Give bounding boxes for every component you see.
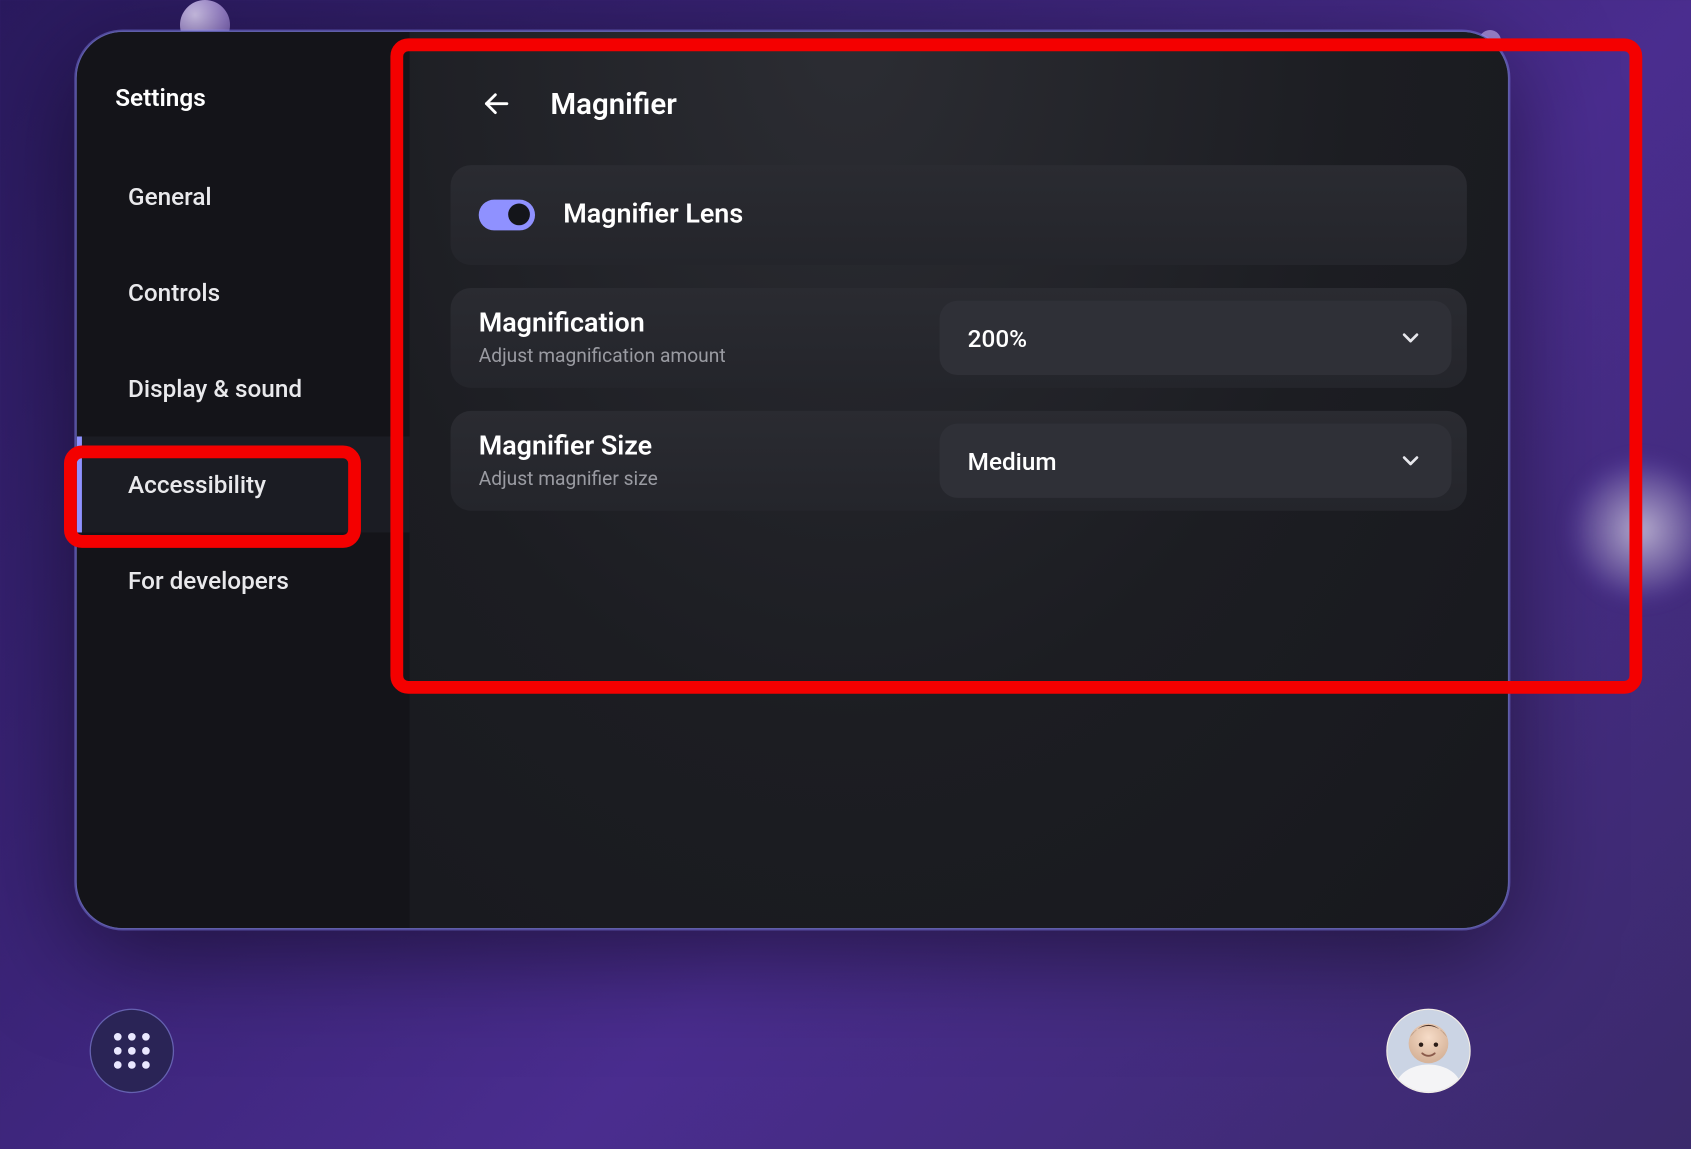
chevron-down-icon [1398,448,1424,474]
sidebar-item-display-sound[interactable]: Display & sound [77,340,410,436]
sidebar-item-accessibility[interactable]: Accessibility [77,436,410,532]
row-title: Magnification [479,308,726,339]
sidebar-item-label: Display & sound [128,374,302,403]
back-button[interactable] [471,78,522,129]
sidebar-item-label: Accessibility [128,470,266,499]
chevron-down-icon [1398,325,1424,351]
settings-window: Settings General Controls Display & soun… [77,32,1508,928]
avatar-button[interactable] [1386,1009,1470,1093]
content-panel: Magnifier Magnifier Lens Magnification A… [410,32,1508,928]
sidebar: Settings General Controls Display & soun… [77,32,410,928]
sidebar-item-controls[interactable]: Controls [77,244,410,340]
sidebar-item-label: Controls [128,278,220,307]
page-title: Magnifier [550,86,676,121]
toggle-knob [508,204,530,226]
sidebar-item-general[interactable]: General [77,148,410,244]
row-magnifier-size: Magnifier Size Adjust magnifier size Med… [451,411,1467,511]
magnifier-lens-toggle[interactable] [479,200,535,231]
row-title: Magnifier Lens [563,200,743,231]
apps-button[interactable] [90,1009,174,1093]
row-magnifier-lens[interactable]: Magnifier Lens [451,165,1467,265]
sidebar-item-for-developers[interactable]: For developers [77,532,410,628]
avatar-icon [1388,1009,1470,1093]
dropdown-value: Medium [968,446,1057,475]
row-title: Magnifier Size [479,431,658,462]
sidebar-item-label: General [128,182,212,211]
magnifier-size-dropdown[interactable]: Medium [940,424,1452,498]
sidebar-title: Settings [77,77,410,149]
magnification-dropdown[interactable]: 200% [940,301,1452,375]
apps-grid-icon [114,1033,150,1069]
row-magnification: Magnification Adjust magnification amoun… [451,288,1467,388]
row-subtitle: Adjust magnification amount [479,344,726,367]
sidebar-item-label: For developers [128,566,289,595]
dropdown-value: 200% [968,323,1027,352]
arrow-left-icon [481,88,512,119]
page-header: Magnifier [451,78,1467,129]
row-subtitle: Adjust magnifier size [479,467,658,490]
